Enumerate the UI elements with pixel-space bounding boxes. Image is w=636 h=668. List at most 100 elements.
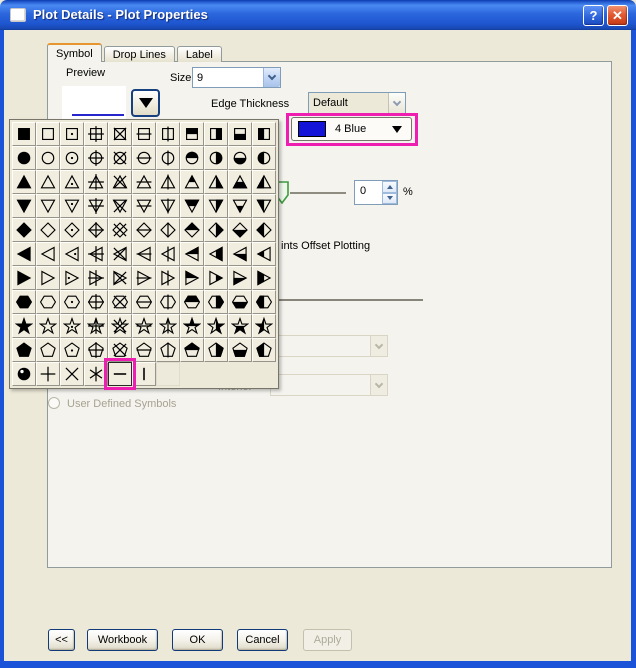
symbol-cell-star-cross[interactable] — [108, 314, 132, 338]
symbol-cell-circle-vline[interactable] — [156, 146, 180, 170]
symbol-cell-pentagon-half-top[interactable] — [180, 338, 204, 362]
symbol-cell-diamond-open[interactable] — [36, 218, 60, 242]
offset-plotting-label[interactable]: ints Offset Plotting — [281, 240, 370, 252]
symbol-cell-hexagon-dot[interactable] — [60, 290, 84, 314]
symbol-cell-triangle-down-hline[interactable] — [132, 194, 156, 218]
symbol-cell-square-half-left[interactable] — [252, 122, 276, 146]
symbol-cell-times-sign[interactable] — [60, 362, 84, 386]
symbol-cell-square-half-bottom[interactable] — [228, 122, 252, 146]
symbol-cell-triangle-up-vline[interactable] — [156, 170, 180, 194]
ok-button[interactable]: OK — [172, 629, 223, 651]
symbol-cell-triangle-right-dot[interactable] — [60, 266, 84, 290]
symbol-cell-square-open[interactable] — [36, 122, 60, 146]
symbol-cell-star-half-top[interactable] — [180, 314, 204, 338]
symbol-cell-triangle-right-half-top[interactable] — [180, 266, 204, 290]
symbol-cell-triangle-left-plus[interactable] — [84, 242, 108, 266]
symbol-cell-pentagon-half-left[interactable] — [252, 338, 276, 362]
symbol-cell-square-solid[interactable] — [12, 122, 36, 146]
symbol-cell-triangle-up-open[interactable] — [36, 170, 60, 194]
symbol-cell-square-vline[interactable] — [156, 122, 180, 146]
symbol-cell-triangle-right-half-left[interactable] — [252, 266, 276, 290]
symbol-cell-star-hline[interactable] — [132, 314, 156, 338]
symbol-cell-hexagon-half-bottom[interactable] — [228, 290, 252, 314]
symbol-cell-triangle-left-cross[interactable] — [108, 242, 132, 266]
symbol-cell-hexagon-half-top[interactable] — [180, 290, 204, 314]
symbol-cell-star-open[interactable] — [36, 314, 60, 338]
symbol-cell-star-half-left[interactable] — [252, 314, 276, 338]
symbol-cell-triangle-right-vline[interactable] — [156, 266, 180, 290]
symbol-cell-sphere[interactable] — [12, 362, 36, 386]
symbol-cell-diamond-dot[interactable] — [60, 218, 84, 242]
symbol-cell-triangle-up-dot[interactable] — [60, 170, 84, 194]
symbol-cell-circle-hline[interactable] — [132, 146, 156, 170]
symbol-cell-hexagon-cross[interactable] — [108, 290, 132, 314]
symbol-cell-star-half-bottom[interactable] — [228, 314, 252, 338]
symbol-cell-circle-dot[interactable] — [60, 146, 84, 170]
symbol-cell-circle-half-right[interactable] — [204, 146, 228, 170]
symbol-cell-triangle-right-hline[interactable] — [132, 266, 156, 290]
symbol-cell-circle-half-top[interactable] — [180, 146, 204, 170]
symbol-cell-triangle-left-half-top[interactable] — [180, 242, 204, 266]
spin-up-icon[interactable] — [382, 181, 397, 193]
symbol-cell-triangle-left-open[interactable] — [36, 242, 60, 266]
symbol-cell-star-dot[interactable] — [60, 314, 84, 338]
symbol-cell-pentagon-solid[interactable] — [12, 338, 36, 362]
symbol-cell-pentagon-half-right[interactable] — [204, 338, 228, 362]
symbol-cell-triangle-right-cross[interactable] — [108, 266, 132, 290]
collapse-button[interactable]: << — [48, 629, 75, 651]
symbol-cell-hexagon-vline[interactable] — [156, 290, 180, 314]
symbol-cell-square-half-top[interactable] — [180, 122, 204, 146]
symbol-cell-triangle-down-plus[interactable] — [84, 194, 108, 218]
symbol-gallery-button[interactable] — [131, 89, 160, 117]
symbol-cell-triangle-up-half-top[interactable] — [180, 170, 204, 194]
chevron-down-icon[interactable] — [388, 93, 405, 113]
symbol-cell-diamond-cross[interactable] — [108, 218, 132, 242]
symbol-cell-square-dot[interactable] — [60, 122, 84, 146]
symbol-cell-triangle-up-half-left[interactable] — [252, 170, 276, 194]
tab-symbol[interactable]: Symbol — [47, 43, 102, 62]
cancel-button[interactable]: Cancel — [237, 629, 288, 651]
symbol-cell-triangle-left-dot[interactable] — [60, 242, 84, 266]
symbol-cell-square-half-right[interactable] — [204, 122, 228, 146]
spin-down-icon[interactable] — [382, 193, 397, 205]
symbol-cell-star-solid[interactable] — [12, 314, 36, 338]
symbol-cell-diamond-hline[interactable] — [132, 218, 156, 242]
symbol-cell-triangle-left-half-right[interactable] — [204, 242, 228, 266]
symbol-cell-diamond-solid[interactable] — [12, 218, 36, 242]
symbol-cell-pentagon-open[interactable] — [36, 338, 60, 362]
slider-track[interactable] — [290, 192, 346, 194]
symbol-cell-circle-half-bottom[interactable] — [228, 146, 252, 170]
symbol-cell-triangle-up-plus[interactable] — [84, 170, 108, 194]
symbol-cell-triangle-up-cross[interactable] — [108, 170, 132, 194]
symbol-cell-star-vline[interactable] — [156, 314, 180, 338]
chevron-down-icon[interactable] — [263, 68, 280, 87]
symbol-cell-triangle-down-vline[interactable] — [156, 194, 180, 218]
symbol-cell-diamond-half-top[interactable] — [180, 218, 204, 242]
symbol-cell-triangle-up-hline[interactable] — [132, 170, 156, 194]
symbol-cell-triangle-down-half-left[interactable] — [252, 194, 276, 218]
help-button[interactable]: ? — [583, 5, 604, 26]
symbol-cell-triangle-left-hline[interactable] — [132, 242, 156, 266]
symbol-cell-star-half-right[interactable] — [204, 314, 228, 338]
symbol-cell-hexagon-half-left[interactable] — [252, 290, 276, 314]
symbol-cell-circle-open[interactable] — [36, 146, 60, 170]
symbol-cell-triangle-down-half-top[interactable] — [180, 194, 204, 218]
symbol-cell-pentagon-vline[interactable] — [156, 338, 180, 362]
user-defined-symbols-radio[interactable] — [48, 397, 60, 409]
symbol-cell-triangle-left-solid[interactable] — [12, 242, 36, 266]
symbol-cell-diamond-half-left[interactable] — [252, 218, 276, 242]
symbol-cell-diamond-half-right[interactable] — [204, 218, 228, 242]
symbol-cell-star-plus[interactable] — [84, 314, 108, 338]
workbook-button[interactable]: Workbook — [87, 629, 158, 651]
symbol-cell-hexagon-half-right[interactable] — [204, 290, 228, 314]
symbol-cell-hexagon-hline[interactable] — [132, 290, 156, 314]
symbol-cell-circle-plus[interactable] — [84, 146, 108, 170]
symbol-cell-triangle-right-open[interactable] — [36, 266, 60, 290]
symbol-cell-square-cross[interactable] — [108, 122, 132, 146]
symbol-cell-triangle-left-half-bottom[interactable] — [228, 242, 252, 266]
symbol-cell-square-plus[interactable] — [84, 122, 108, 146]
symbol-cell-triangle-down-solid[interactable] — [12, 194, 36, 218]
symbol-cell-diamond-half-bottom[interactable] — [228, 218, 252, 242]
symbol-cell-triangle-left-vline[interactable] — [156, 242, 180, 266]
tab-drop-lines[interactable]: Drop Lines — [104, 46, 175, 62]
